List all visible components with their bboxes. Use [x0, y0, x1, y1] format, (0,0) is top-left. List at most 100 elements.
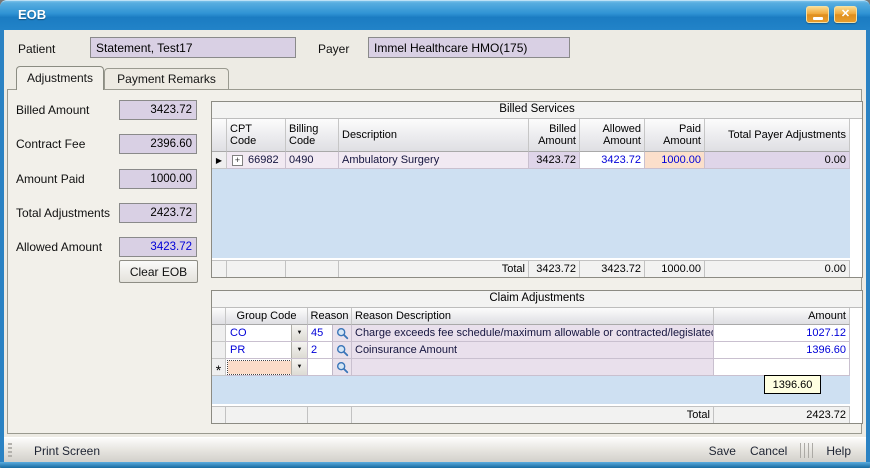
amount-paid-field[interactable]: 1000.00: [119, 169, 197, 189]
group-code-cell-empty[interactable]: ▼: [226, 359, 308, 376]
column-header-paid-amount[interactable]: Paid Amount: [645, 119, 705, 152]
contract-fee-label: Contract Fee: [16, 137, 85, 151]
claim-adjustment-new-row[interactable]: * ▼: [212, 359, 862, 376]
cancel-button[interactable]: Cancel: [743, 444, 794, 458]
reason-cell[interactable]: 2: [308, 342, 352, 359]
total-empty-cell: [212, 260, 227, 277]
window-title: EOB: [18, 7, 46, 22]
minimize-button[interactable]: [806, 6, 829, 23]
allowed-amount-label: Allowed Amount: [16, 240, 102, 254]
minimize-icon: [813, 17, 823, 20]
column-header-group-code[interactable]: Group Code: [226, 308, 308, 325]
total-adjustments-value: 2423.72: [150, 207, 192, 219]
search-icon: [336, 361, 349, 374]
billed-services-header-row: CPT Code Billing Code Description Billed…: [212, 119, 862, 152]
total-empty-cell: [227, 260, 286, 277]
row-selector-cell[interactable]: ▶: [212, 152, 227, 169]
claim-adjustments-title: Claim Adjustments: [212, 291, 862, 308]
claim-adjustments-header-row: Group Code Reason Reason Description Amo…: [212, 308, 862, 325]
column-header-reason[interactable]: Reason: [308, 308, 352, 325]
grip-handle-icon: [8, 443, 12, 458]
billed-amount-field[interactable]: 3423.72: [119, 100, 197, 120]
amount-cell[interactable]: 1396.60: [714, 342, 850, 359]
column-header-cpt-code[interactable]: CPT Code: [227, 119, 286, 152]
expand-row-icon[interactable]: +: [232, 155, 243, 166]
search-icon: [336, 327, 349, 340]
reason-description-cell[interactable]: Coinsurance Amount: [352, 342, 714, 359]
amount-cell[interactable]: 1027.12: [714, 325, 850, 342]
reason-cell[interactable]: 45: [308, 325, 352, 342]
billing-code-cell[interactable]: 0490: [286, 152, 339, 169]
help-button[interactable]: Help: [819, 444, 858, 458]
group-code-input[interactable]: [228, 361, 291, 374]
column-header-total-payer-adjustments[interactable]: Total Payer Adjustments: [705, 119, 850, 152]
billed-amount-value: 3423.72: [150, 104, 192, 116]
titlebar[interactable]: EOB ✕: [0, 0, 870, 30]
search-icon: [336, 344, 349, 357]
contract-fee-field[interactable]: 2396.60: [119, 134, 197, 154]
adjustments-tab-panel: Billed Amount 3423.72 Contract Fee 2396.…: [7, 89, 862, 434]
close-button[interactable]: ✕: [834, 6, 857, 23]
column-header-billing-code[interactable]: Billing Code: [286, 119, 339, 152]
billed-amount-label: Billed Amount: [16, 103, 89, 117]
reason-input[interactable]: [308, 359, 333, 375]
row-selector-cell[interactable]: [212, 342, 226, 359]
header-selector-cell: [212, 119, 227, 152]
billed-amount-cell[interactable]: 3423.72: [529, 152, 580, 169]
reason-description-cell-empty[interactable]: [352, 359, 714, 376]
allowed-amount-field[interactable]: 3423.72: [119, 237, 197, 257]
description-cell[interactable]: Ambulatory Surgery: [339, 152, 529, 169]
chevron-down-icon: ▼: [297, 330, 303, 336]
header-selector-cell: [212, 308, 226, 325]
total-label: Total: [352, 406, 714, 423]
paid-amount-cell[interactable]: 1000.00: [645, 152, 705, 169]
patient-label: Patient: [18, 42, 55, 56]
contract-fee-value: 2396.60: [150, 138, 192, 150]
amount-cell-empty[interactable]: [714, 359, 850, 376]
billed-services-grid: Billed Services CPT Code Billing Code De…: [211, 101, 863, 278]
reason-lookup-button[interactable]: [333, 325, 351, 341]
amount-tooltip: 1396.60: [764, 375, 821, 394]
claim-adjustments-grid: Claim Adjustments Group Code Reason Reas…: [211, 290, 863, 424]
cpt-code-cell[interactable]: +66982: [227, 152, 286, 169]
group-code-dropdown-button[interactable]: ▼: [291, 359, 307, 375]
reason-description-cell[interactable]: Charge exceeds fee schedule/maximum allo…: [352, 325, 714, 342]
patient-field[interactable]: Statement, Test17: [90, 37, 296, 58]
payer-value: Immel Healthcare HMO(175): [374, 41, 527, 55]
amount-paid-label: Amount Paid: [16, 172, 85, 186]
column-header-allowed-amount[interactable]: Allowed Amount: [580, 119, 645, 152]
eob-dialog: EOB ✕ Patient Statement, Test17 Payer Im…: [0, 0, 870, 468]
column-header-description[interactable]: Description: [339, 119, 529, 152]
tab-adjustments[interactable]: Adjustments: [16, 66, 104, 90]
allowed-amount-cell[interactable]: 3423.72: [580, 152, 645, 169]
payer-field[interactable]: Immel Healthcare HMO(175): [368, 37, 570, 58]
billed-service-row[interactable]: ▶ +66982 0490 Ambulatory Surgery 3423.72…: [212, 152, 862, 169]
claim-adjustment-row[interactable]: PR ▼ 2 Coinsurance Amount 1396.60: [212, 342, 862, 359]
column-header-billed-amount[interactable]: Billed Amount: [529, 119, 580, 152]
total-payer-adjustments-cell[interactable]: 0.00: [705, 152, 850, 169]
group-code-cell[interactable]: PR ▼: [226, 342, 308, 359]
total-adjustments-field[interactable]: 2423.72: [119, 203, 197, 223]
column-header-reason-description[interactable]: Reason Description: [352, 308, 714, 325]
print-screen-button[interactable]: Print Screen: [34, 444, 100, 458]
total-empty-cell: [212, 406, 226, 423]
total-label: Total: [339, 260, 529, 277]
total-empty-cell: [226, 406, 308, 423]
group-code-dropdown-button[interactable]: ▼: [291, 325, 307, 341]
row-selector-cell[interactable]: [212, 325, 226, 342]
status-bar: Print Screen Save Cancel Help: [4, 437, 866, 463]
new-row-selector-cell[interactable]: *: [212, 359, 226, 376]
claim-adjustment-row[interactable]: CO ▼ 45 Charge exceeds fee schedule/maxi…: [212, 325, 862, 342]
save-button[interactable]: Save: [702, 444, 743, 458]
reason-lookup-button[interactable]: [333, 342, 351, 358]
reason-cell-empty[interactable]: [308, 359, 352, 376]
current-row-arrow-icon: ▶: [216, 156, 222, 165]
clear-eob-button[interactable]: Clear EOB: [119, 260, 198, 283]
billed-services-total-row: Total 3423.72 3423.72 1000.00 0.00: [212, 260, 862, 277]
group-code-cell[interactable]: CO ▼: [226, 325, 308, 342]
window-bottom-border: [0, 462, 870, 468]
tab-payment-remarks[interactable]: Payment Remarks: [104, 68, 229, 90]
column-header-amount[interactable]: Amount: [714, 308, 850, 325]
group-code-dropdown-button[interactable]: ▼: [291, 342, 307, 358]
reason-lookup-button[interactable]: [333, 359, 351, 375]
